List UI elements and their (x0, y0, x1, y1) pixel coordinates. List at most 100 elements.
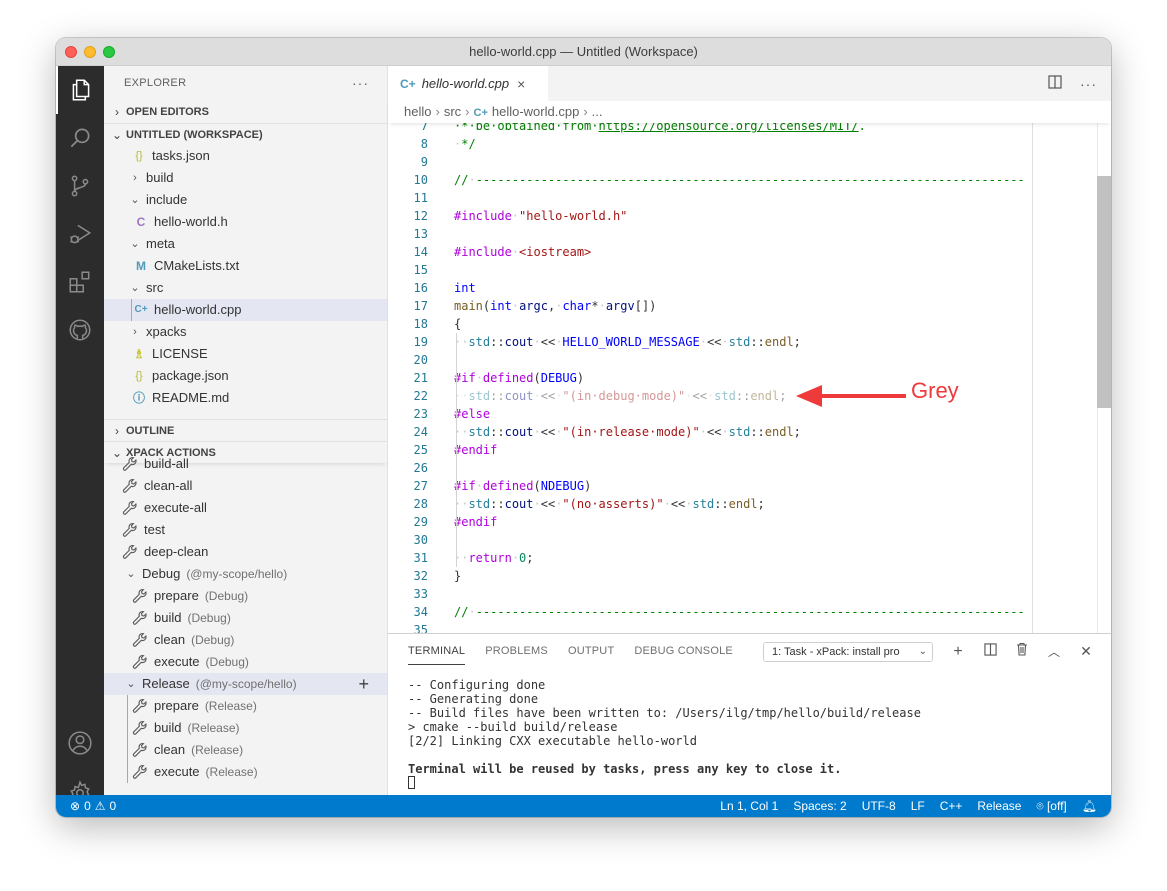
xpack-config-item[interactable]: ⌄ Release (@my-scope/hello) + (104, 673, 387, 695)
maximize-window-button[interactable] (103, 46, 115, 58)
warnings-count[interactable]: 0 (110, 795, 117, 817)
indent-guide (131, 299, 132, 321)
more-actions-icon[interactable]: ··· (352, 66, 369, 101)
split-terminal-icon[interactable] (982, 642, 998, 661)
file-tree-item[interactable]: ⌄ include (104, 189, 387, 211)
maximize-panel-icon[interactable]: ︿ (1046, 643, 1062, 660)
file-tree-item[interactable]: › build (104, 167, 387, 189)
xpack-actions-section[interactable]: ⌄ XPACK ACTIONS (104, 441, 387, 463)
line-number: 17 (413, 299, 428, 313)
workspace-section[interactable]: ⌄ UNTITLED (WORKSPACE) (104, 123, 387, 145)
file-tree-item[interactable]: ⌄ meta (104, 233, 387, 255)
file-tree-item[interactable]: C+ hello-world.cpp (104, 299, 387, 321)
errors-icon[interactable]: ⊗ (70, 795, 80, 817)
outline-section[interactable]: › OUTLINE (104, 419, 387, 441)
minimize-window-button[interactable] (84, 46, 96, 58)
indentation[interactable]: Spaces: 2 (793, 795, 846, 817)
file-tree-item[interactable]: ♗ LICENSE (104, 343, 387, 365)
new-terminal-icon[interactable]: + (950, 643, 966, 661)
file-tree: {} tasks.json › build ⌄ include Chello-world.h… (104, 145, 387, 409)
xpack-action-item[interactable]: clean (Debug) (104, 629, 387, 651)
breadcrumb-item[interactable]: src (444, 104, 461, 119)
json-file-icon: {} (135, 370, 143, 382)
trash-icon[interactable] (1014, 642, 1030, 661)
close-tab-icon[interactable]: × (517, 76, 525, 92)
tab-output[interactable]: OUTPUT (568, 634, 614, 669)
build-configuration[interactable]: Release (977, 795, 1021, 817)
action-config: (Debug) (191, 633, 235, 647)
language-mode[interactable]: C++ (940, 795, 963, 817)
cursor-position[interactable]: Ln 1, Col 1 (720, 795, 778, 817)
terminal-line: -- Generating done (408, 692, 539, 706)
scrollbar-thumb[interactable] (1097, 176, 1111, 408)
code-text: #include·"hello-world.h" (454, 209, 628, 223)
line-number: 8 (420, 137, 428, 151)
explorer-icon[interactable] (56, 66, 104, 114)
action-config: (Release) (187, 721, 240, 735)
xpack-action-item[interactable]: execute-all (104, 497, 387, 519)
code-text: #else (454, 407, 491, 421)
editor-scrollbar[interactable] (1097, 123, 1111, 633)
file-tree-item[interactable]: {} package.json (104, 365, 387, 387)
open-editors-section[interactable]: › OPEN EDITORS (104, 101, 387, 123)
notifications-bell-icon[interactable]: 🔔︎ (1082, 795, 1097, 817)
add-action-icon[interactable]: + (358, 673, 369, 695)
file-tree-item[interactable]: › xpacks (104, 321, 387, 343)
xpack-action-item[interactable]: prepare (Release) (104, 695, 387, 717)
code-editor[interactable]: 7 ·*·be·obtained·from·https://opensource.… (388, 123, 1111, 633)
file-tree-item[interactable]: Chello-world.h (104, 211, 387, 233)
file-tree-item[interactable]: M CMakeLists.txt (104, 255, 387, 277)
line-number: 31 (413, 551, 428, 565)
tab-debug-console[interactable]: DEBUG CONSOLE (634, 634, 733, 669)
terminal-output[interactable]: -- Configuring done -- Generating done -- … (388, 669, 1111, 790)
terminal-select[interactable]: 1: Task - xPack: install pro ⌄ (763, 642, 933, 662)
xpack-action-item[interactable]: clean-all (104, 475, 387, 497)
line-number: 9 (420, 155, 428, 169)
xpack-action-item[interactable]: clean (Release) (104, 739, 387, 761)
file-tree-item[interactable]: ⌄ src (104, 277, 387, 299)
line-number: 22 (413, 389, 428, 403)
file-tree-item[interactable]: {} tasks.json (104, 145, 387, 167)
wrench-icon (132, 764, 148, 780)
file-tree-item[interactable]: ⓘ README.md (104, 387, 387, 409)
xpack-action-item[interactable]: build (Release) (104, 717, 387, 739)
chevron-right-icon: › (133, 172, 137, 184)
split-editor-icon[interactable] (1048, 75, 1062, 92)
tab-terminal[interactable]: TERMINAL (408, 634, 466, 669)
breadcrumb-item[interactable]: hello (404, 104, 431, 119)
breadcrumb-item[interactable]: ... (592, 104, 603, 119)
end-of-line[interactable]: LF (911, 795, 925, 817)
terminal-line: -- Configuring done (408, 678, 546, 692)
encoding[interactable]: UTF-8 (862, 795, 896, 817)
terminal-select-value: 1: Task - xPack: install pro (772, 646, 900, 658)
code-text: main(int·argc,·char*·argv[]) (454, 299, 657, 313)
close-window-button[interactable] (65, 46, 77, 58)
errors-count[interactable]: 0 (84, 795, 91, 817)
xpack-action-item[interactable]: test (104, 519, 387, 541)
github-icon[interactable] (56, 306, 104, 354)
tab-hello-world-cpp[interactable]: C+ hello-world.cpp × (388, 66, 548, 101)
xpack-action-item[interactable]: prepare (Debug) (104, 585, 387, 607)
xpack-config-item[interactable]: ⌄ Debug (@my-scope/hello) (104, 563, 387, 585)
line-number: 18 (413, 317, 428, 331)
wrench-icon (122, 478, 138, 494)
terminal-line: -- Build files have been written to: /Us… (408, 706, 921, 720)
indent-guide (456, 333, 457, 567)
extensions-icon[interactable] (56, 258, 104, 306)
account-icon[interactable] (56, 719, 104, 767)
xpack-action-item[interactable]: execute (Debug) (104, 651, 387, 673)
xpack-action-item[interactable]: execute (Release) (104, 761, 387, 783)
source-control-icon[interactable] (56, 162, 104, 210)
warnings-icon[interactable]: ⚠ (95, 795, 106, 817)
tab-problems[interactable]: PROBLEMS (485, 634, 548, 669)
run-debug-icon[interactable] (56, 210, 104, 258)
breadcrumb-item[interactable]: hello-world.cpp (492, 104, 579, 119)
xpack-action-item[interactable]: build (Debug) (104, 607, 387, 629)
close-panel-icon[interactable]: ✕ (1078, 643, 1094, 660)
more-actions-icon[interactable]: ··· (1080, 76, 1097, 92)
search-icon[interactable] (56, 114, 104, 162)
xpack-action-item[interactable]: deep-clean (104, 541, 387, 563)
file-label: LICENSE (152, 346, 208, 361)
live-share-status[interactable]: ⌾ [off] (1036, 795, 1066, 817)
chevron-down-icon: ⌄ (130, 194, 140, 206)
